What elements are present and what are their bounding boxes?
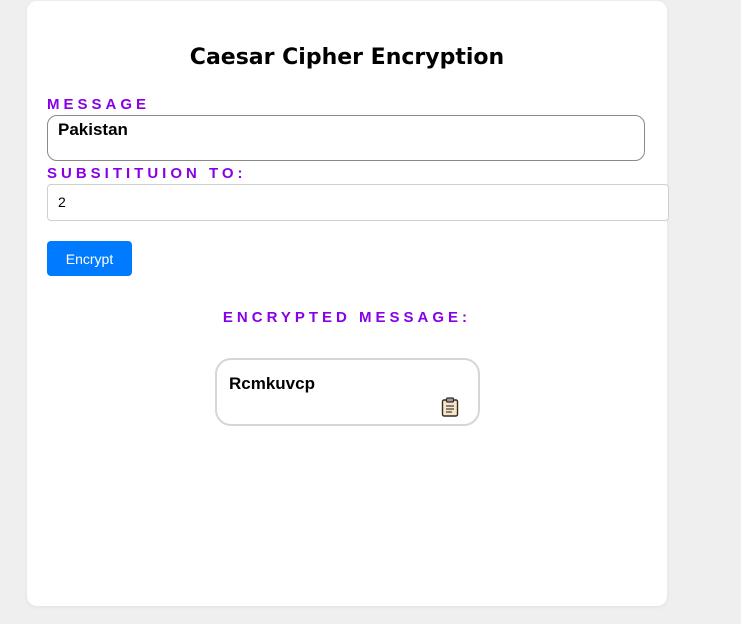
message-textarea[interactable]: Pakistan: [47, 115, 645, 161]
page-title: Caesar Cipher Encryption: [189, 45, 505, 70]
cipher-card: Caesar Cipher Encryption MESSAGE Pakista…: [27, 1, 669, 606]
shift-number-input[interactable]: 2: [47, 184, 669, 221]
message-label: MESSAGE: [47, 96, 151, 113]
encrypted-result-box: Rcmkuvcp: [215, 358, 480, 426]
clipboard-icon[interactable]: [441, 397, 459, 417]
encrypted-result-text: Rcmkuvcp: [229, 374, 315, 393]
encrypted-message-label: ENCRYPTED MESSAGE:: [222, 309, 472, 326]
substitution-label: SUBSITITUION TO:: [47, 165, 247, 182]
encrypt-button[interactable]: Encrypt: [47, 241, 132, 276]
